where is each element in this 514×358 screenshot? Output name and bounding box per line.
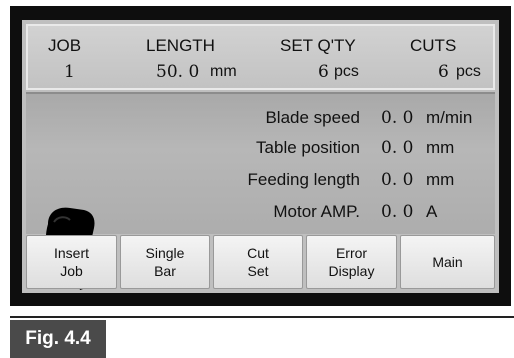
length-unit: mm — [210, 63, 237, 80]
blade-speed-value: 0. 0 — [381, 108, 414, 128]
feeding-length-value: 0. 0 — [381, 170, 414, 190]
status-header: JOB 1 LENGTH 50. 0 mm SET Q'TY 6 pcs CUT… — [26, 24, 495, 90]
main-button[interactable]: Main — [400, 235, 495, 289]
blade-speed-unit: m/min — [426, 108, 473, 127]
table-position-unit: mm — [426, 138, 455, 157]
feeding-length-label: Feeding length — [247, 170, 360, 189]
readout-panel: Blade speed 0. 0 m/min Table position 0.… — [26, 92, 495, 290]
set-qty-label: SET Q'TY — [280, 36, 356, 55]
set-qty-unit: pcs — [334, 63, 359, 80]
job-label: JOB — [48, 36, 82, 55]
length-label: LENGTH — [146, 36, 215, 55]
motor-amp-value: 0. 0 — [381, 202, 414, 222]
motor-amp-unit: A — [426, 202, 438, 221]
cuts-label: CUTS — [410, 36, 457, 55]
single-bar-button[interactable]: Single Bar — [120, 235, 210, 289]
cuts-value: 6 — [438, 62, 449, 82]
table-position-value: 0. 0 — [381, 138, 414, 158]
feeding-length-unit: mm — [426, 170, 455, 189]
error-display-button[interactable]: Error Display — [306, 235, 397, 289]
function-button-bar: Insert Job Single Bar Cut Set Error Disp… — [26, 235, 495, 289]
blade-speed-label: Blade speed — [265, 108, 360, 127]
cuts-unit: pcs — [456, 63, 481, 80]
touch-screen: JOB 1 LENGTH 50. 0 mm SET Q'TY 6 pcs CUT… — [22, 20, 499, 293]
insert-job-button[interactable]: Insert Job — [26, 235, 117, 289]
table-position-label: Table position — [256, 138, 360, 157]
caption-rule — [10, 316, 514, 318]
set-qty-value: 6 — [318, 62, 329, 82]
figure-caption: Fig. 4.4 — [10, 320, 106, 358]
motor-amp-label: Motor AMP. — [273, 202, 360, 221]
job-value: 1 — [64, 62, 75, 82]
cut-set-button[interactable]: Cut Set — [213, 235, 303, 289]
length-value: 50. 0 — [156, 62, 200, 82]
